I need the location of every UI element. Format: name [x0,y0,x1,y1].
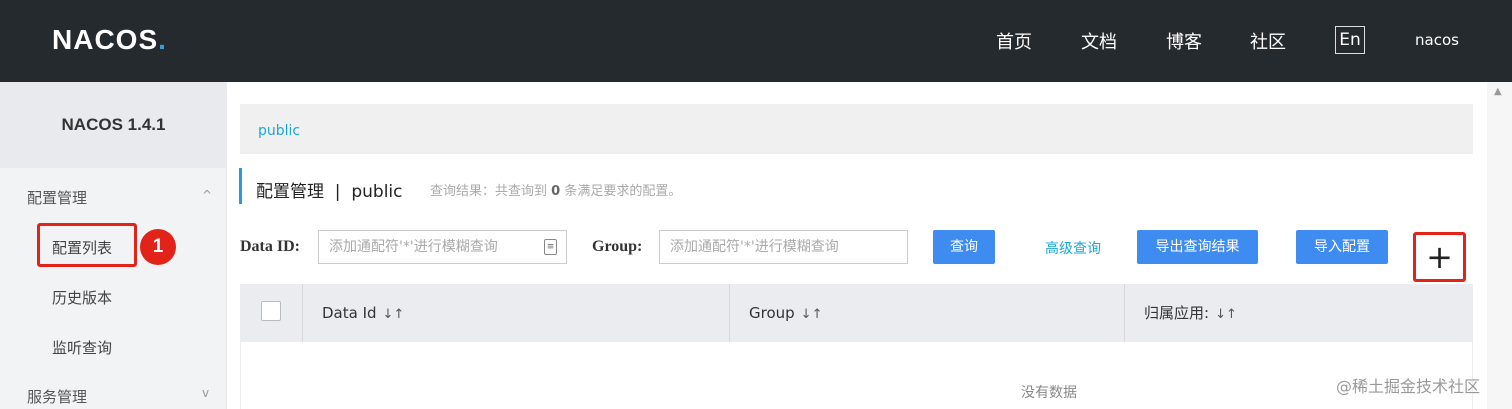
group-label: Group: [592,238,643,255]
column-data-id[interactable]: Data Id ↓↑ [322,284,404,342]
sidebar-item-history[interactable]: 历史版本 [52,287,112,308]
page-title: 配置管理 | public [256,182,403,202]
chevron-up-icon[interactable]: ^ [202,188,212,202]
chevron-down-icon[interactable]: v [202,386,209,400]
watermark: @稀土掘金技术社区 [1336,377,1481,396]
title-accent-bar [239,168,242,204]
menu-service-management[interactable]: 服务管理 [27,386,87,407]
column-app[interactable]: 归属应用: ↓↑ [1144,284,1237,342]
advanced-search-button[interactable]: 高级查询 [1045,238,1101,258]
data-id-input[interactable]: 添加通配符'*'进行模糊查询 ≡ [318,230,567,264]
menu-config-management[interactable]: 配置管理 [27,187,87,208]
clipboard-icon[interactable]: ≡ [544,239,557,255]
import-button[interactable]: 导入配置 [1296,230,1388,264]
search-button[interactable]: 查询 [933,230,995,264]
column-group[interactable]: Group ↓↑ [749,284,822,342]
table-body: 没有数据 [240,342,1473,409]
select-all-checkbox[interactable] [261,301,281,321]
scroll-up-icon[interactable]: ▲ [1494,86,1502,97]
language-switch[interactable]: En [1335,26,1365,54]
nav-docs[interactable]: 文档 [1081,28,1117,54]
namespace-public-link[interactable]: public [258,123,300,139]
sort-icon[interactable]: ↓↑ [1215,307,1237,322]
top-navbar: NACOS. 首页 文档 博客 社区 En nacos [0,0,1512,82]
version-title: NACOS 1.4.1 [0,82,227,168]
step-badge-1: 1 [140,229,176,265]
column-divider [1124,284,1125,342]
export-button[interactable]: 导出查询结果 [1137,230,1258,264]
sort-icon[interactable]: ↓↑ [801,307,823,322]
sidebar-item-listener-query[interactable]: 监听查询 [52,337,112,358]
scrollbar[interactable]: ▲ [1487,82,1512,409]
column-divider [729,284,730,342]
nav-home[interactable]: 首页 [996,28,1032,54]
group-input[interactable]: 添加通配符'*'进行模糊查询 [659,230,908,264]
data-id-label: Data ID: [240,238,300,255]
table-header: Data Id ↓↑ Group ↓↑ 归属应用: ↓↑ [240,284,1473,342]
namespace-bar: public [240,104,1473,154]
column-divider [302,284,303,342]
nacos-logo[interactable]: NACOS. [52,24,167,56]
highlight-box-config-list [37,223,137,267]
query-result-info: 查询结果：共查询到 0 条满足要求的配置。 [430,184,682,199]
plus-icon: + [1426,238,1453,276]
nav-blog[interactable]: 博客 [1166,28,1202,54]
sort-icon[interactable]: ↓↑ [383,307,405,322]
empty-text: 没有数据 [1021,385,1077,401]
add-config-button[interactable]: + [1413,232,1466,282]
nav-community[interactable]: 社区 [1250,28,1286,54]
user-name[interactable]: nacos [1415,31,1459,49]
